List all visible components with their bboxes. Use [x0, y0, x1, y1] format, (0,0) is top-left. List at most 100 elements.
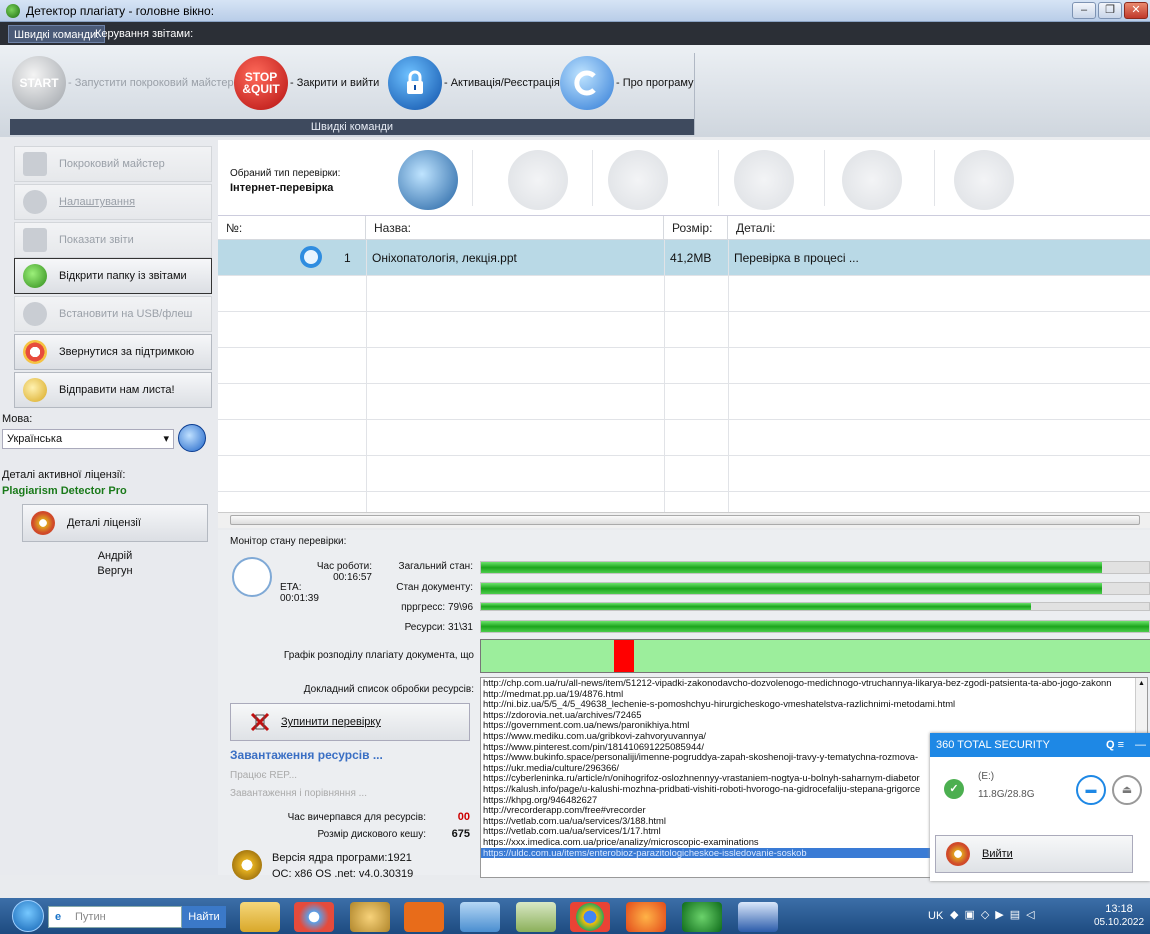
document-check-icon[interactable]	[842, 150, 902, 210]
column-header-number[interactable]: №:	[218, 216, 366, 240]
license-label: Деталі активної ліцензії:	[2, 469, 126, 481]
scrollbar-thumb[interactable]	[230, 515, 1140, 525]
cache-label: Розмір дискового кешу:	[317, 829, 426, 840]
resources-label: Ресурси: 31\31	[404, 622, 473, 633]
overall-progress-bar	[480, 561, 1150, 574]
resources-progress-bar	[480, 620, 1150, 633]
word-icon[interactable]	[738, 902, 778, 932]
license-name: Plagiarism Detector Pro	[2, 485, 127, 497]
minimize-button[interactable]: –	[1072, 2, 1096, 19]
clock-date[interactable]: 05.10.2022	[1092, 917, 1146, 928]
server-check-icon[interactable]	[954, 150, 1014, 210]
menu-bar: Швидкі команди: Керування звітами:	[0, 22, 1150, 45]
browser-e-icon: e	[55, 911, 62, 923]
settings-icon	[23, 190, 47, 214]
os-info: ОС: x86 OS .net: v4.0.30319	[272, 868, 414, 880]
toolbar-separator	[592, 150, 593, 206]
tray-icons[interactable]: ◆▣◇▶▤◁	[950, 908, 1060, 924]
sidebar-open-reports-folder-button[interactable]: Відкрити папку із звітами	[14, 258, 212, 294]
plagiarism-chart-label: Графік розподілу плагіату документа, що	[283, 650, 474, 661]
exit-icon	[946, 842, 970, 866]
wizard-icon	[23, 152, 47, 176]
close-and-exit-button[interactable]: STOP &QUIT - Закрити и вийти	[234, 53, 379, 113]
clock-time[interactable]: 13:18	[1092, 903, 1146, 915]
firefox-icon[interactable]	[626, 902, 666, 932]
folder-check-icon[interactable]	[734, 150, 794, 210]
internet-check-icon[interactable]	[398, 150, 458, 210]
sidebar-wizard-button[interactable]: Покроковий майстер	[14, 146, 212, 182]
loading-compare-status: Завантаження і порівняння ...	[230, 788, 367, 799]
resource-item[interactable]: http://chp.com.ua/ru/all-news/item/51212…	[481, 678, 1147, 689]
open-folder-icon[interactable]: ▬	[1076, 775, 1106, 805]
sidebar-send-mail-button[interactable]: Відправити нам листа!	[14, 372, 212, 408]
column-divider	[728, 240, 729, 512]
resource-list-label: Докладний список обробки ресурсів:	[303, 684, 474, 695]
overall-status-label: Загальний стан:	[398, 561, 473, 572]
table-horizontal-scrollbar[interactable]	[218, 512, 1150, 528]
check-type-value: Інтернет-перевірка	[230, 182, 334, 194]
tab-report-management[interactable]: Керування звітами:	[90, 25, 198, 43]
database-check-icon[interactable]	[508, 150, 568, 210]
check-icon: ✓	[944, 779, 964, 799]
license-icon	[31, 511, 55, 535]
column-divider	[366, 240, 367, 512]
detector-running-icon[interactable]	[682, 902, 722, 932]
network-icon[interactable]	[460, 902, 500, 932]
about-icon	[560, 56, 614, 110]
maximize-button[interactable]: ❐	[1098, 2, 1122, 19]
column-header-details[interactable]: Деталі:	[728, 216, 1150, 240]
search-icon[interactable]: Q ≡	[1106, 733, 1124, 757]
media-player-icon[interactable]	[404, 902, 444, 932]
sidebar-install-usb-button[interactable]: Встановити на USB/флеш	[14, 296, 212, 332]
sidebar-settings-button[interactable]: Налаштування	[14, 184, 212, 220]
combined-check-icon[interactable]	[608, 150, 668, 210]
calculator-icon[interactable]	[516, 902, 556, 932]
clock-icon	[232, 557, 272, 597]
sidebar-show-reports-button[interactable]: Показати звіти	[14, 222, 212, 258]
exit-button[interactable]: Вийти	[935, 835, 1133, 873]
ribbon-group-caption: Швидкі команди	[10, 119, 694, 135]
start-wizard-button[interactable]: START - Запустити покроковий майстер	[12, 53, 234, 113]
title-bar: Детектор плагіату - головне вікно: – ❐ ✕	[0, 0, 1150, 22]
taskbar-search-input[interactable]: e Путин	[48, 906, 182, 928]
minimize-icon[interactable]: —	[1135, 733, 1146, 757]
file-explorer-icon[interactable]	[240, 902, 280, 932]
toolbar-separator	[934, 150, 935, 206]
loading-title: Завантаження ресурсів ...	[230, 748, 383, 762]
progress-fill	[481, 603, 1031, 610]
stop-check-button[interactable]: Зупинити перевірку	[230, 703, 470, 741]
about-button[interactable]: - Про програму	[560, 53, 694, 113]
gear-icon	[232, 850, 262, 880]
plagiarism-detector-icon[interactable]	[350, 902, 390, 932]
language-select[interactable]: Українська ▾	[2, 429, 174, 449]
chrome-icon[interactable]	[570, 902, 610, 932]
table-row-empty	[218, 276, 1150, 312]
scroll-up-icon[interactable]: ▲	[1137, 680, 1146, 690]
working-status: Працює REP...	[230, 770, 298, 781]
keyboard-language[interactable]: UK	[928, 910, 943, 922]
close-button[interactable]: ✕	[1124, 2, 1148, 19]
start-button[interactable]	[12, 900, 44, 932]
taskbar-find-button[interactable]: Найти	[182, 906, 226, 928]
column-header-size[interactable]: Розмір:	[664, 216, 728, 240]
drive-usage: 11.8G/28.8G	[978, 789, 1035, 800]
progress-label: прргресс: 79\96	[401, 602, 473, 613]
column-header-name[interactable]: Назва:	[366, 216, 664, 240]
sidebar-support-button[interactable]: Звернутися за підтримкою	[14, 334, 212, 370]
eject-icon[interactable]: ⏏	[1112, 775, 1142, 805]
table-row[interactable]: 1 Оніхопатологія, лекція.ppt 41,2MB Пере…	[218, 240, 1150, 276]
lock-icon	[388, 56, 442, 110]
security-popup-header: 360 TOTAL SECURITY Q ≡ —	[930, 733, 1150, 757]
license-details-button[interactable]: Деталі ліцензії	[22, 504, 208, 542]
user-first-name: Андрій	[97, 550, 133, 562]
column-divider	[664, 240, 665, 512]
taskbar: e Путин Найти UK ◆▣◇▶▤◁ 13:18 05.10.2022	[0, 898, 1150, 934]
eta-label: ETA: 00:01:39	[280, 582, 319, 604]
timeout-label: Час вичерпався для ресурсів:	[287, 812, 426, 823]
toolbar-separator	[472, 150, 473, 206]
activation-button[interactable]: - Активація/Реєстрація	[388, 53, 560, 113]
ribbon-separator	[694, 53, 695, 135]
app-icon[interactable]	[294, 902, 334, 932]
app-icon	[6, 4, 20, 18]
globe-icon[interactable]	[178, 424, 206, 452]
